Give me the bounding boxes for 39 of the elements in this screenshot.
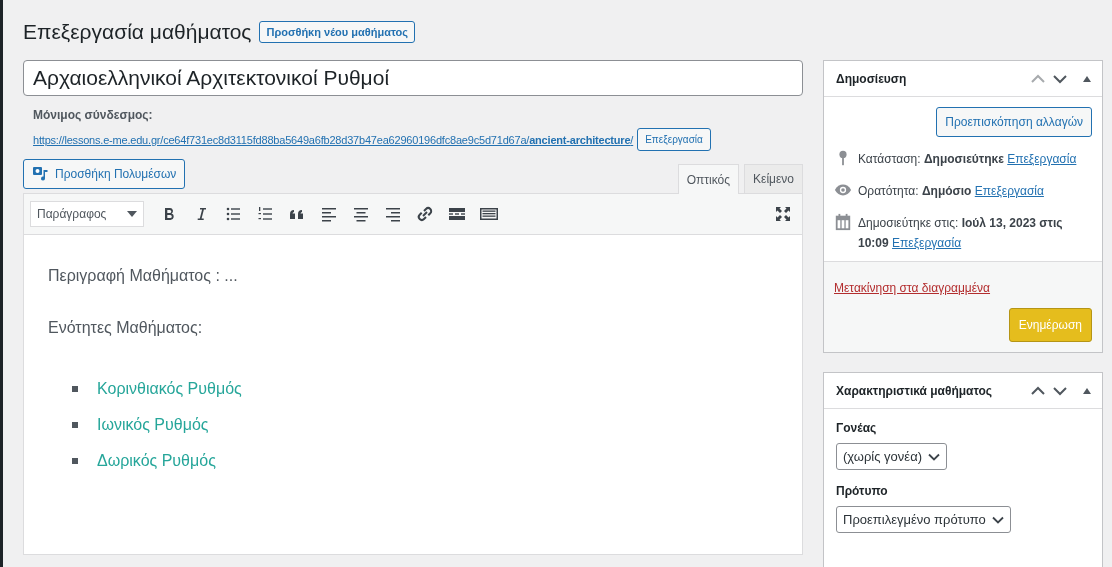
- editor-tab[interactable]: Κείμενο: [744, 164, 803, 193]
- list-item-link[interactable]: Δωρικός Ρυθμός: [97, 452, 216, 470]
- select-field[interactable]: Προεπιλεγμένο πρότυπο: [836, 506, 1011, 533]
- field-label: Πρότυπο: [836, 484, 889, 498]
- list-item-link[interactable]: Κορινθιακός Ρυθμός: [97, 380, 242, 398]
- chevron-down-icon: [991, 515, 1004, 524]
- panel-title: Χαρακτηριστικά μαθήματος: [836, 383, 993, 398]
- editor-tab[interactable]: Οπτικός: [677, 164, 740, 194]
- add-media-button[interactable]: Προσθήκη Πολυμέσων: [23, 159, 186, 189]
- media-icon: [32, 166, 50, 182]
- format-select[interactable]: Παράγραφος: [30, 201, 144, 227]
- bullet-icon: [72, 422, 78, 428]
- page-title: Επεξεργασία μαθήματος: [23, 20, 252, 44]
- collapse-triangle-icon[interactable]: [1082, 74, 1092, 83]
- bullet-icon: [72, 458, 78, 464]
- publish-info-text: Δημοσιεύτηκε στις: Ιούλ 13, 2023 στις 10:09 Επεξεργασία: [858, 215, 1064, 252]
- field-label: Γονέας: [836, 421, 878, 435]
- publish-info-text: Ορατότητα: Δημόσιο Επεξεργασία: [858, 183, 1044, 200]
- content-paragraph: Ενότητες Μαθήματος:: [48, 319, 204, 337]
- publish-info-text: Κατάσταση: Δημοσιεύτηκε Επεξεργασία: [858, 151, 1077, 168]
- permalink-link[interactable]: https://lessons.e-me.edu.gr/ce64f731ec8d3115fd88ba5649a6fb28d37b47ea62960196dfc8ae9c5d71d67a/ancient-architecture/: [33, 133, 634, 146]
- dropdown-arrow-icon: [127, 211, 137, 217]
- bullet-icon: [72, 386, 78, 392]
- trash-link[interactable]: Μετακίνηση στα διαγραμμένα: [834, 281, 991, 295]
- permalink-label: Μόνιμος σύνδεσμος:: [33, 108, 154, 122]
- add-new-button[interactable]: Προσθήκη νέου μαθήματος: [259, 21, 415, 43]
- calendar-icon: [834, 213, 852, 231]
- list-item-link[interactable]: Ιωνικός Ρυθμός: [97, 416, 209, 434]
- chevron-down-icon: [928, 452, 940, 461]
- panel-title: Δημοσίευση: [836, 71, 907, 86]
- edit-permalink-button[interactable]: Επεξεργασία: [637, 128, 711, 151]
- select-field[interactable]: (χωρίς γονέα): [836, 443, 947, 470]
- edit-link[interactable]: Επεξεργασία: [974, 184, 1044, 198]
- preview-button[interactable]: Προεπισκόπηση αλλαγών: [936, 107, 1092, 137]
- edit-link[interactable]: Επεξεργασία: [1007, 152, 1077, 166]
- collapse-triangle-icon[interactable]: [1082, 386, 1092, 395]
- edit-link[interactable]: Επεξεργασία: [892, 236, 962, 250]
- content-paragraph: Περιγραφή Μαθήματος : ...: [48, 267, 239, 285]
- title-field[interactable]: Αρχαιοελληνικοί Αρχιτεκτονικοί Ρυθμοί: [23, 60, 803, 96]
